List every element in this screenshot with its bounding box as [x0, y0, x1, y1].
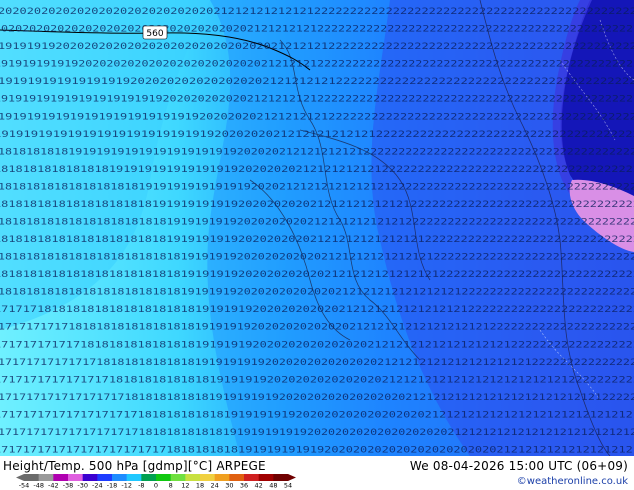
value-row: 1818181818181818181818181919191919202020… [0, 216, 634, 227]
colorbar-legend: -54 -48 -42 -38 -30 -24 -18 -12 -8 0 8 12 18 24 30 36 42… [16, 474, 296, 488]
value-row: 1717171717171717171718181818181819191919… [0, 409, 634, 420]
colorbar-tick-label: -8 [138, 482, 144, 489]
colorbar-tick-label: -30 [77, 482, 88, 489]
value-row: 1717171717171718181818181818191919191920… [0, 357, 634, 368]
colorbar-swatch [156, 474, 171, 481]
colorbar-swatch [229, 474, 245, 481]
colorbar-tick-label: 24 [211, 482, 219, 489]
colorbar-tick-label: -18 [107, 482, 118, 489]
value-row: 1717171717171717171818181818181919191919… [0, 392, 634, 403]
value-row: 1818181818181818181818181919191919202020… [0, 234, 634, 245]
value-row: 1919191919191919191919191919202020202121… [0, 111, 634, 122]
colorbar-swatch [200, 474, 215, 481]
value-row: 1919191919191919191919191919192020202021… [0, 129, 634, 140]
colorbar-swatch [141, 474, 157, 481]
value-row: 1919191920202020202020202020202020202021… [0, 41, 634, 52]
value-row: 1919191919192020202020202020202020202021… [0, 59, 634, 70]
colorbar-tick-label: 36 [240, 482, 248, 489]
colorbar-arrow-left [16, 474, 24, 481]
colorbar-tick-label: 42 [255, 482, 263, 489]
colorbar-tick-label: 18 [196, 482, 204, 489]
colorbar-tick-label: 8 [169, 482, 173, 489]
value-row: 2020202020202020202020202020202020202121… [0, 24, 634, 35]
value-row: 1818181818181818181819191919191919192020… [0, 181, 634, 192]
value-row: 1818181818181818181818181819191919202020… [0, 287, 634, 298]
colorbar-swatch [68, 474, 83, 481]
contour-label-560: 560 [146, 29, 163, 39]
colorbar-tick-label: 54 [284, 482, 292, 489]
colorbar-swatch [273, 474, 289, 481]
value-row: 1818181818181818181818181819191919202020… [0, 269, 634, 280]
colorbar-tick-label: -38 [63, 482, 74, 489]
colorbar-tick-label: -42 [48, 482, 59, 489]
map-title: Height/Temp. 500 hPa [gdmp][°C] ARPEGE [3, 459, 266, 473]
colorbar-tick-label: -12 [121, 482, 132, 489]
colorbar-arrow-right [288, 474, 296, 481]
value-row: 2020202020202020202020202020202121212121… [0, 6, 634, 17]
map-footer: Height/Temp. 500 hPa [gdmp][°C] ARPEGE W… [0, 456, 634, 490]
colorbar-swatch [53, 474, 69, 481]
value-row: 1717171717171818181818181818191919192020… [0, 339, 634, 350]
colorbar-swatch [112, 474, 127, 481]
value-row: 1818181818181818191919191919191919202020… [0, 164, 634, 175]
value-row: 1717171717181818181818181818191919192020… [0, 322, 634, 333]
colorbar-swatch [214, 474, 230, 481]
colorbar-swatch [126, 474, 142, 481]
value-row: 1717171818181818181818181818191919192020… [0, 304, 634, 315]
colorbar-tick-label: 30 [225, 482, 233, 489]
colorbar-tick-label: 12 [181, 482, 189, 489]
value-row: 1818181818191919191919191919191919202020… [0, 146, 634, 157]
value-row: 1919191919191919191919192020202020202121… [0, 94, 634, 105]
colorbar-swatch [97, 474, 113, 481]
value-row: 1717171717171717181818181818181919191920… [0, 374, 634, 385]
map-datetime: We 08-04-2026 15:00 UTC (06+09) [409, 459, 628, 473]
colorbar-swatch [185, 474, 201, 481]
colorbar-tick-label: -24 [92, 482, 103, 489]
colorbar-swatch [170, 474, 186, 481]
credit-link[interactable]: ©weatheronline.co.uk [517, 476, 628, 487]
colorbar-tick-label: 48 [269, 482, 277, 489]
colorbar-tick-label: -54 [19, 482, 30, 489]
colorbar-swatch [38, 474, 54, 481]
value-row: 1818181818181818181818191919191919202020… [0, 199, 634, 210]
value-row: 1717171717171717171717171818181818191919… [0, 444, 634, 455]
colorbar-tick-label: 0 [154, 482, 158, 489]
weather-map: 2020202020202020202020202020202121212121… [0, 0, 634, 456]
value-row: 1919191919191919192020202020202020202121… [0, 76, 634, 87]
colorbar-swatch [24, 474, 39, 481]
colorbar-tick-label: -48 [33, 482, 44, 489]
value-row: 1818181818181818181818181819191919202020… [0, 252, 634, 263]
colorbar-swatch [244, 474, 259, 481]
colorbar-swatch [82, 474, 98, 481]
colorbar-swatch [258, 474, 274, 481]
value-row: 1717171717171717171718181818181819191919… [0, 427, 634, 438]
